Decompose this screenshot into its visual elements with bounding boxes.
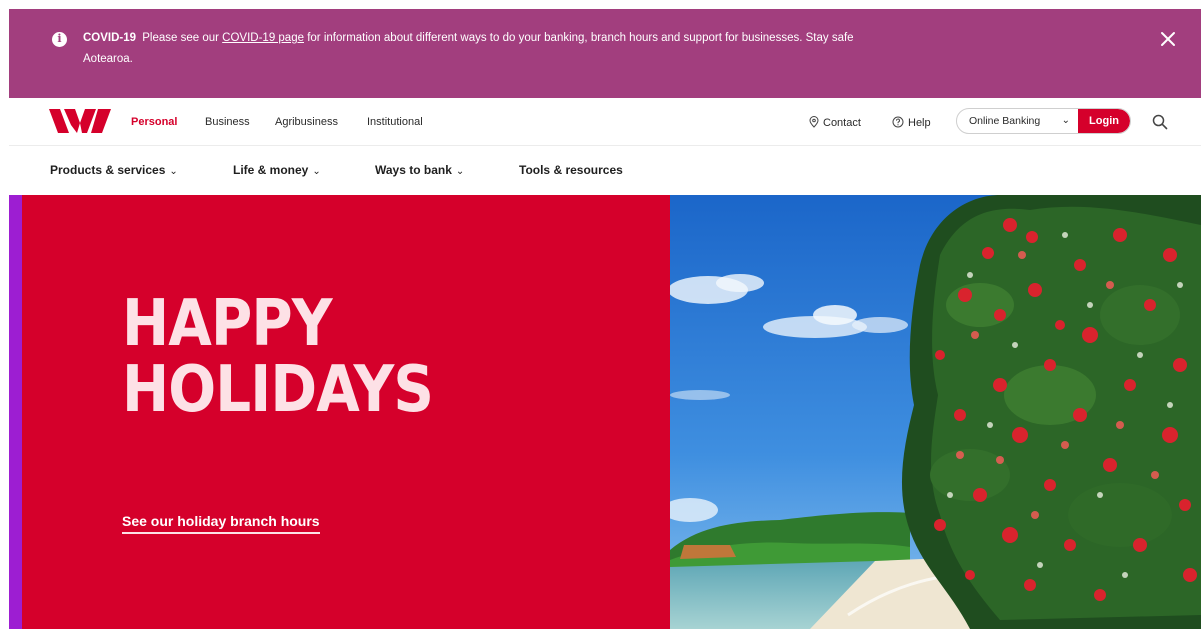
top-navigation: Personal Business Agribusiness Instituti… xyxy=(9,98,1201,146)
online-banking-label: Online Banking xyxy=(969,115,1041,127)
banner-text-before: Please see our xyxy=(142,32,219,44)
nav-tools-resources[interactable]: Tools & resources xyxy=(519,163,623,177)
holiday-branch-hours-link[interactable]: See our holiday branch hours xyxy=(122,513,320,534)
online-banking-select[interactable]: Online Banking ⌄ xyxy=(957,109,1080,133)
nav-products-services[interactable]: Products & services ⌄ xyxy=(50,163,178,177)
segment-institutional[interactable]: Institutional xyxy=(367,116,423,128)
banner-label: COVID-19 xyxy=(83,32,137,44)
info-icon xyxy=(52,32,67,47)
hero-headline: HAPPY HOLIDAYS xyxy=(122,287,434,427)
chevron-down-icon: ⌄ xyxy=(455,166,465,177)
chevron-down-icon: ⌄ xyxy=(1061,115,1070,126)
segment-agribusiness[interactable]: Agribusiness xyxy=(275,116,338,128)
covid-page-link[interactable]: COVID-19 page xyxy=(222,32,304,44)
covid-banner: COVID-19 Please see our COVID-19 page fo… xyxy=(9,9,1201,98)
search-icon[interactable] xyxy=(1152,114,1168,130)
banner-message: COVID-19 Please see our COVID-19 page fo… xyxy=(83,28,883,70)
main-navigation: Products & services ⌄ Life & money ⌄ Ways … xyxy=(9,146,1201,195)
beach-pohutukawa-image xyxy=(670,195,1201,629)
nav-life-money[interactable]: Life & money ⌄ xyxy=(233,163,321,177)
location-pin-icon xyxy=(809,116,819,128)
hero-headline-line-1: HAPPY xyxy=(122,287,333,361)
chevron-down-icon: ⌄ xyxy=(312,166,321,177)
contact-link[interactable]: Contact xyxy=(809,116,861,129)
help-icon xyxy=(892,116,904,128)
westpac-logo[interactable] xyxy=(49,109,111,133)
login-button[interactable]: Login xyxy=(1078,109,1130,133)
help-label: Help xyxy=(908,117,931,129)
hero-banner: HAPPY HOLIDAYS See our holiday branch ho… xyxy=(9,195,1201,629)
hero-headline-line-2: HOLIDAYS xyxy=(122,353,434,427)
hero-panel: HAPPY HOLIDAYS See our holiday branch ho… xyxy=(9,195,670,629)
close-icon[interactable] xyxy=(1159,30,1177,48)
online-banking-group: Online Banking ⌄ Login xyxy=(956,108,1131,134)
segment-personal[interactable]: Personal xyxy=(131,116,177,128)
help-link[interactable]: Help xyxy=(892,116,931,129)
nav-life-money-label: Life & money xyxy=(233,163,309,177)
nav-products-services-label: Products & services xyxy=(50,163,166,177)
nav-ways-to-bank-label: Ways to bank xyxy=(375,163,452,177)
hero-image xyxy=(670,195,1201,629)
nav-ways-to-bank[interactable]: Ways to bank ⌄ xyxy=(375,163,464,177)
contact-label: Contact xyxy=(823,117,861,129)
page: COVID-19 Please see our COVID-19 page fo… xyxy=(9,9,1201,629)
accent-stripe xyxy=(9,195,22,629)
chevron-down-icon: ⌄ xyxy=(169,166,178,177)
segment-business[interactable]: Business xyxy=(205,116,250,128)
